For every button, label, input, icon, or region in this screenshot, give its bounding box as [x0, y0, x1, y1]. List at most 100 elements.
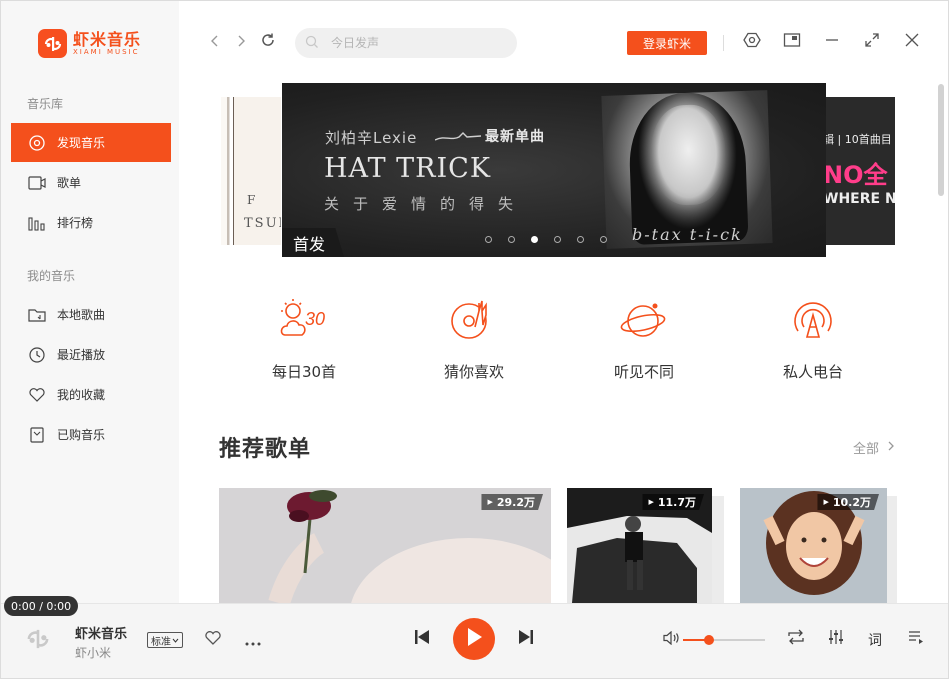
sidebar-item-discover[interactable]: 发现音乐	[11, 123, 171, 162]
refresh-button[interactable]	[260, 32, 276, 52]
xiami-logo-icon	[38, 29, 67, 58]
quick-daily30[interactable]: 30 每日30首	[244, 297, 364, 382]
sidebar-item-recent[interactable]: 最近播放	[11, 335, 171, 374]
carousel-dot[interactable]	[485, 236, 492, 243]
banner-next-title: NO全	[823, 161, 888, 189]
chevron-right-icon	[887, 440, 895, 456]
settings-button[interactable]	[742, 32, 762, 52]
more-button[interactable]	[242, 629, 264, 651]
card-stack-edge	[712, 496, 724, 603]
prev-track-button[interactable]	[411, 628, 433, 650]
play-button[interactable]	[453, 618, 495, 660]
playlist-card[interactable]: ▶ 29.2万	[219, 488, 551, 603]
close-button[interactable]	[902, 32, 922, 52]
sidebar-item-label: 我的收藏	[57, 388, 106, 402]
guess-like-icon	[449, 297, 499, 347]
play-count: 11.7万	[657, 496, 696, 509]
repeat-mode-button[interactable]	[785, 628, 807, 650]
sidebar-item-label: 已购音乐	[57, 428, 106, 442]
mini-mode-icon	[783, 32, 801, 52]
view-all-link[interactable]: 全部	[853, 438, 895, 457]
search-icon	[305, 34, 319, 53]
search-input[interactable]	[331, 36, 501, 50]
scrollbar-thumb[interactable]	[938, 84, 944, 196]
banner-subtitle: 关于爱情的得失	[324, 195, 528, 213]
play-count-badge: ▶ 11.7万	[642, 494, 704, 510]
refresh-icon	[260, 32, 276, 52]
maximize-button[interactable]	[862, 32, 882, 52]
sidebar-item-charts[interactable]: 排行榜	[11, 203, 171, 242]
play-count: 29.2万	[496, 496, 535, 509]
quality-selector[interactable]: 标准	[147, 632, 183, 648]
skip-next-icon	[518, 629, 534, 649]
app-window: 虾米音乐 XIAMI MUSIC 音乐库 发现音乐 歌单 排行榜 我的音乐 本地…	[0, 0, 949, 679]
playlist-card[interactable]: ▶ 11.7万	[567, 488, 712, 603]
sidebar-item-playlists[interactable]: 歌单	[11, 163, 171, 202]
xiami-logo-icon	[25, 626, 51, 656]
carousel-dot[interactable]	[554, 236, 561, 243]
equalizer-button[interactable]	[825, 628, 847, 650]
planet-icon	[619, 297, 669, 347]
banner-next-slide[interactable]: 辑 | 10首曲目 NO全 WHERE N	[823, 97, 895, 245]
clock-icon	[27, 345, 47, 365]
forward-button[interactable]	[233, 34, 249, 50]
sidebar-item-label: 歌单	[57, 176, 82, 190]
search-box[interactable]	[295, 28, 517, 58]
logo[interactable]: 虾米音乐 XIAMI MUSIC	[38, 29, 141, 58]
back-button[interactable]	[207, 34, 223, 50]
queue-icon	[908, 629, 924, 649]
radio-icon	[788, 297, 838, 347]
expand-icon	[864, 32, 880, 52]
next-track-button[interactable]	[515, 628, 537, 650]
play-small-icon: ▶	[823, 498, 829, 506]
disc-icon	[27, 133, 47, 153]
play-count-badge: ▶ 29.2万	[481, 494, 543, 510]
quick-guess-like[interactable]: 猜你喜欢	[414, 297, 534, 382]
lyrics-button[interactable]: 词	[868, 630, 882, 650]
volume-button[interactable]	[661, 628, 683, 650]
more-dots-icon	[244, 631, 262, 650]
playlist-icon	[27, 173, 47, 193]
banner-prev-slide[interactable]: F TSUN	[221, 97, 281, 245]
banner-title: HAT TRICK	[324, 153, 491, 184]
login-button[interactable]: 登录虾米	[627, 31, 707, 55]
banner-label: 最新单曲	[485, 129, 545, 145]
player-artist[interactable]: 虾小米	[75, 644, 111, 661]
player-song-title[interactable]: 虾米音乐	[75, 623, 127, 642]
equalizer-icon	[828, 629, 844, 649]
section-title-library: 音乐库	[27, 97, 64, 111]
chart-icon	[27, 213, 47, 233]
repeat-icon	[787, 629, 805, 649]
carousel-dots	[485, 236, 623, 243]
carousel-dot[interactable]	[600, 236, 607, 243]
mini-mode-button[interactable]	[782, 32, 802, 52]
sidebar-item-label: 排行榜	[57, 216, 94, 230]
sidebar-item-local-songs[interactable]: 本地歌曲	[11, 295, 171, 334]
volume-slider[interactable]	[683, 635, 765, 645]
player-cover[interactable]	[23, 626, 53, 656]
settings-icon	[743, 31, 761, 53]
volume-knob[interactable]	[704, 635, 715, 645]
topbar: 登录虾米	[179, 1, 948, 83]
quick-private-radio[interactable]: 私人电台	[753, 297, 873, 382]
svg-text:30: 30	[305, 309, 325, 329]
artist-hair	[627, 90, 749, 245]
skip-previous-icon	[414, 629, 430, 649]
playlist-queue-button[interactable]	[905, 628, 927, 650]
like-button[interactable]	[202, 629, 224, 651]
purchased-icon	[27, 425, 47, 445]
playlist-card[interactable]: ▶ 10.2万	[740, 488, 887, 603]
sidebar-item-favorites[interactable]: 我的收藏	[11, 375, 171, 414]
chevron-left-icon	[210, 33, 220, 52]
carousel-dot[interactable]	[577, 236, 584, 243]
banner-current-slide[interactable]: 刘柏辛Lexie 最新单曲 HAT TRICK 关于爱情的得失 b-tax t-…	[282, 83, 826, 257]
quick-label: 私人电台	[782, 363, 843, 381]
minimize-button[interactable]	[822, 32, 842, 52]
banner-next-subtitle: WHERE N	[823, 191, 895, 207]
carousel-dot[interactable]	[508, 236, 515, 243]
sidebar-item-purchased[interactable]: 已购音乐	[11, 415, 171, 454]
carousel-dot-active[interactable]	[531, 236, 538, 243]
quick-hear-different[interactable]: 听见不同	[584, 297, 704, 382]
sidebar: 虾米音乐 XIAMI MUSIC 音乐库 发现音乐 歌单 排行榜 我的音乐 本地…	[1, 1, 179, 603]
banner-tag: 首发	[282, 228, 344, 257]
